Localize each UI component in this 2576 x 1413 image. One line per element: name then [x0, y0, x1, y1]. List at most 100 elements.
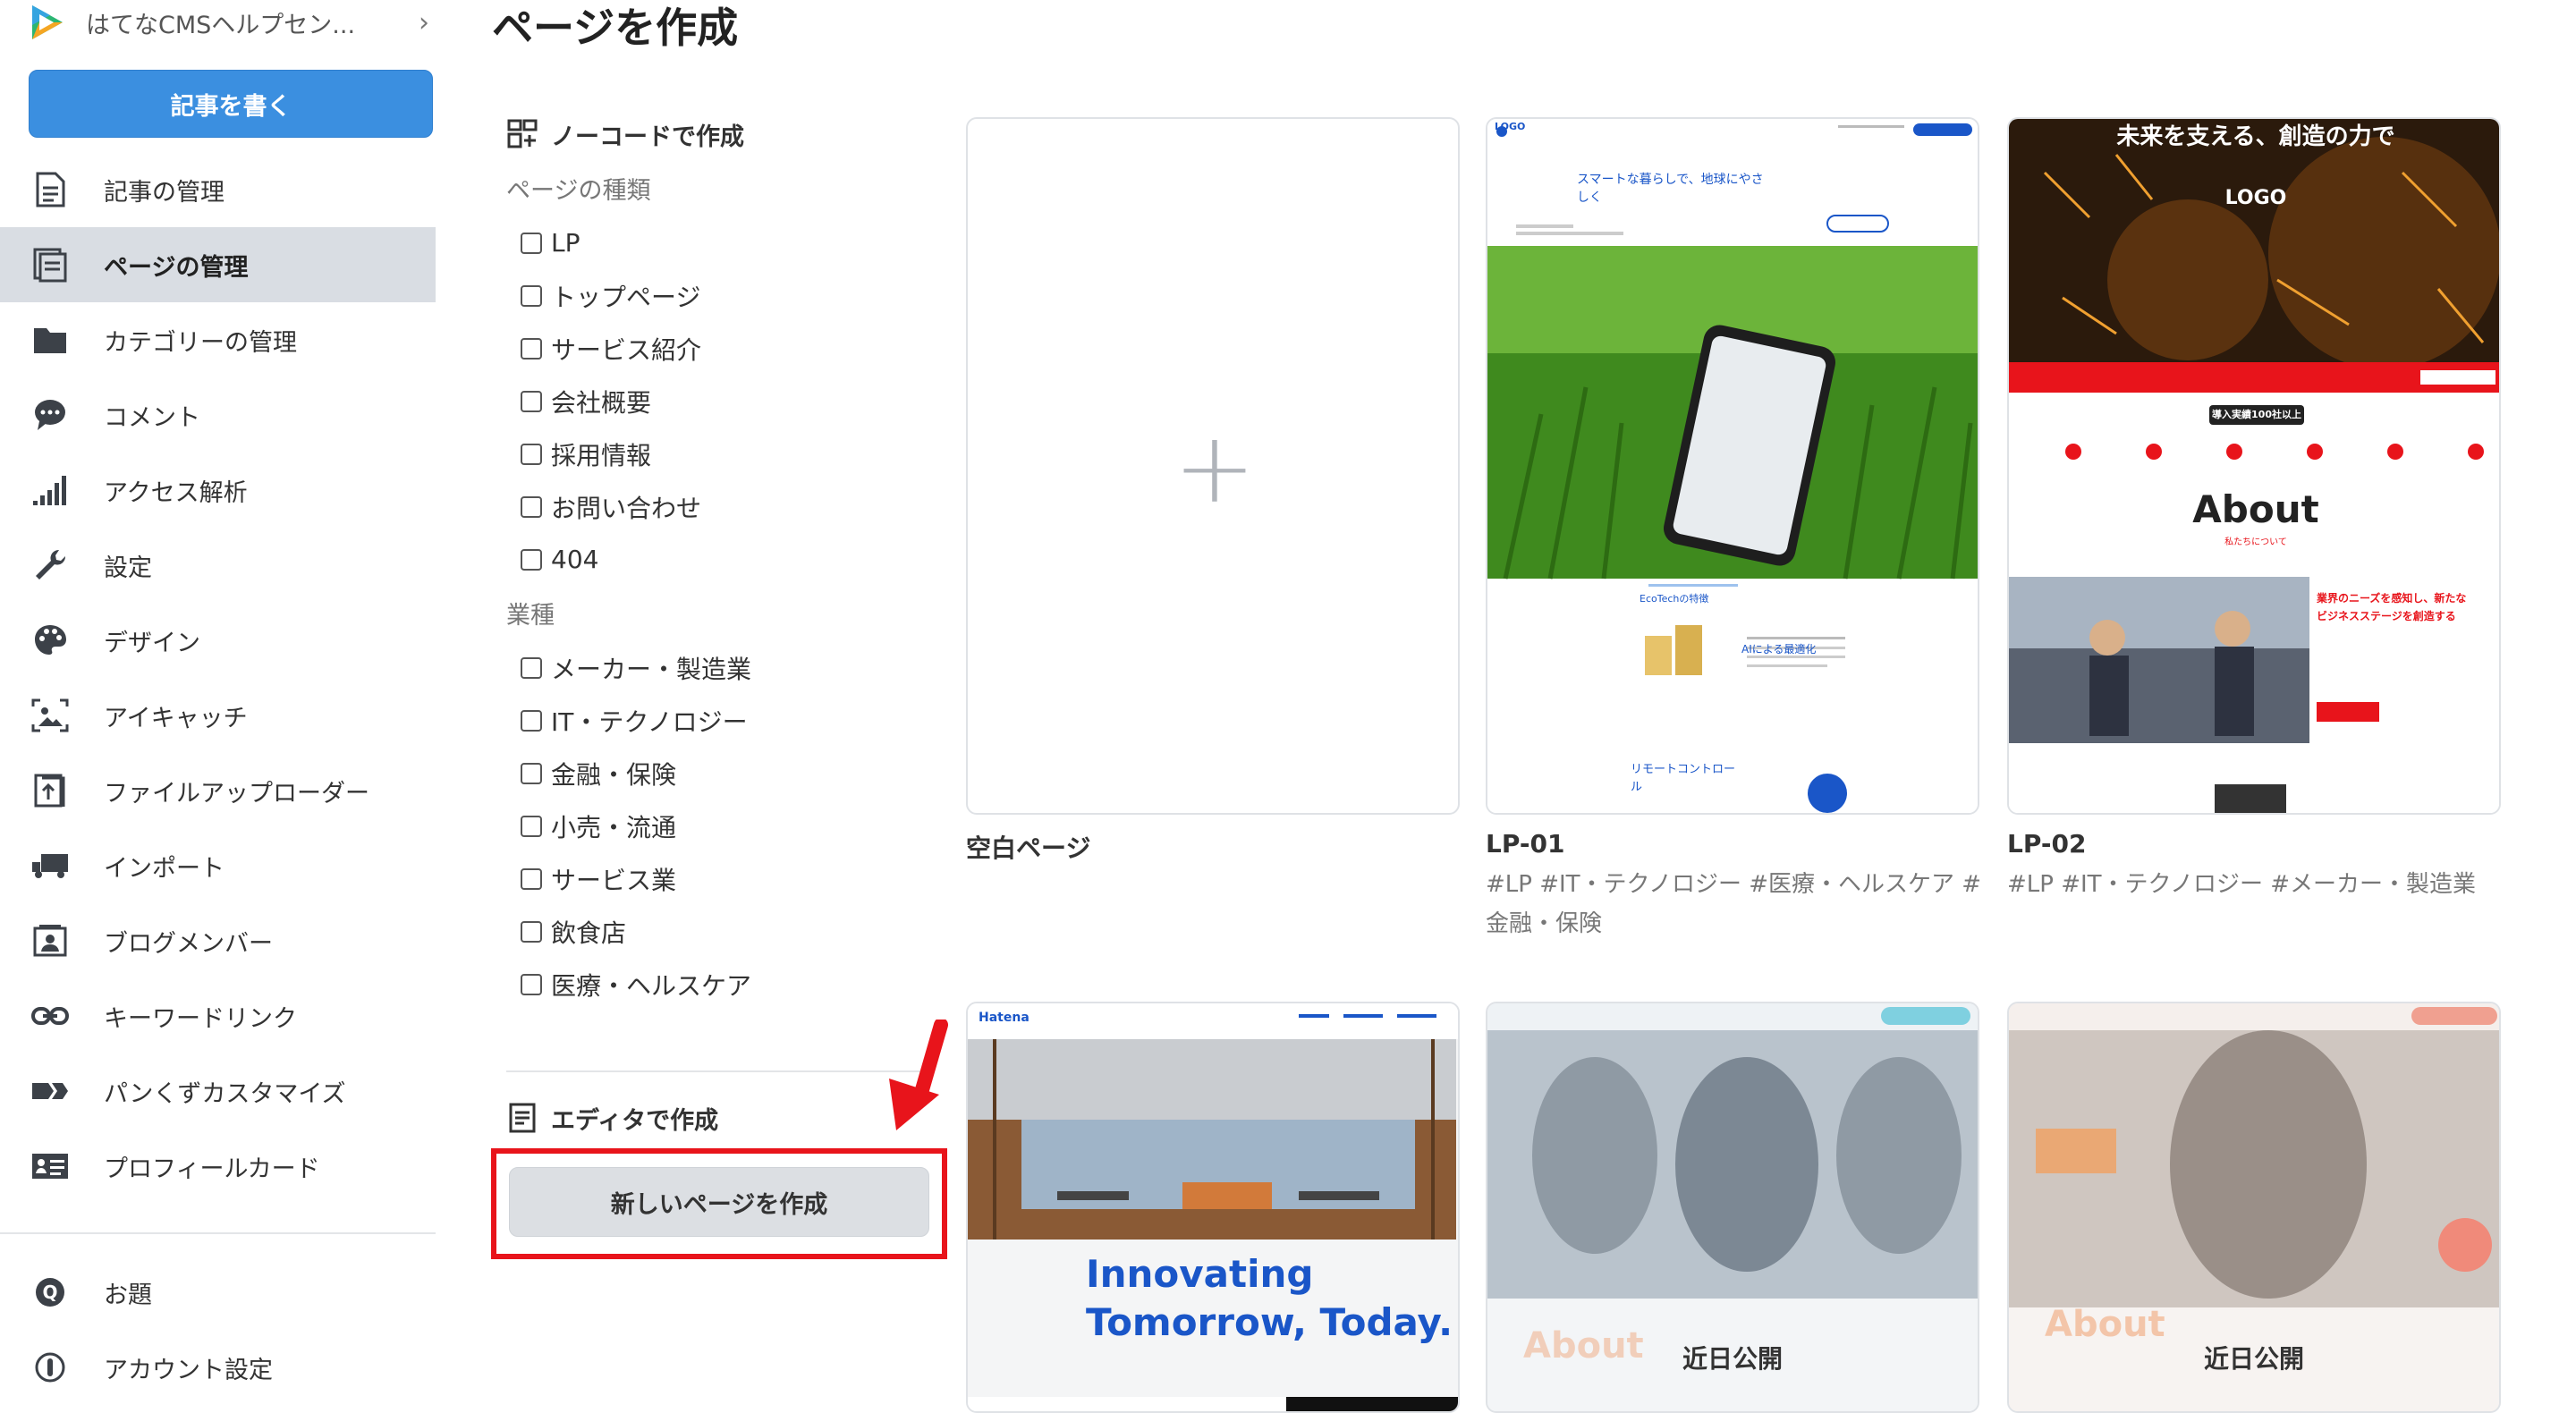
sidebar-item-label: コメント	[104, 403, 200, 432]
sidebar-item-odai[interactable]: Q お題	[0, 1255, 436, 1330]
sidebar-item-label: パンくずカスタマイズ	[104, 1079, 346, 1108]
checkbox[interactable]	[521, 284, 542, 307]
filter-page-type-service[interactable]: サービス紹介	[506, 322, 927, 375]
template-thumbnail[interactable]: Hatena Innovating Tomorrow, Today.	[966, 1002, 1460, 1413]
sidebar-item-settings[interactable]: 設定	[0, 528, 436, 603]
checkbox[interactable]	[521, 973, 542, 995]
checkbox[interactable]	[521, 390, 542, 412]
checkbox[interactable]	[521, 815, 542, 837]
lp01-preview	[1487, 119, 1978, 813]
sidebar-item-label: プロフィールカード	[104, 1155, 320, 1183]
template-card-hatena[interactable]: Hatena Innovating Tomorrow, Today.	[966, 1002, 1460, 1413]
lp01-logo: LOGO	[1495, 121, 1526, 132]
sidebar-item-keyword-link[interactable]: キーワードリンク	[0, 978, 436, 1053]
sidebar-item-profile-card[interactable]: プロフィールカード	[0, 1129, 436, 1204]
sidebar-divider	[0, 1232, 436, 1234]
template-title: LP-02	[2007, 829, 2087, 859]
eyecatch-icon	[30, 696, 70, 735]
sidebar-item-breadcrumb[interactable]: パンくずカスタマイズ	[0, 1053, 436, 1129]
pages-icon	[30, 245, 70, 284]
lp01-feature: AIによる最適化	[1741, 643, 1817, 656]
truck-icon	[30, 846, 70, 885]
filter-page-type-company[interactable]: 会社概要	[506, 375, 927, 427]
filter-page-type-top[interactable]: トップページ	[506, 269, 927, 322]
filter-industry-service[interactable]: サービス業	[506, 852, 927, 905]
sidebar-item-uploader[interactable]: ファイルアップローダー	[0, 753, 436, 828]
sidebar-item-categories[interactable]: カテゴリーの管理	[0, 302, 436, 377]
checkbox[interactable]	[521, 232, 542, 254]
template-card-blank[interactable]: + 空白ページ	[966, 117, 1460, 863]
filter-page-type-recruit[interactable]: 採用情報	[506, 427, 927, 480]
sidebar-item-articles[interactable]: 記事の管理	[0, 152, 436, 227]
checkbox[interactable]	[521, 656, 542, 679]
filter-industry-restaurant[interactable]: 飲食店	[506, 905, 927, 958]
template-card-coming-soon-2: About 近日公開	[2007, 1002, 2501, 1413]
filter-industry-medical[interactable]: 医療・ヘルスケア	[506, 958, 927, 1011]
sidebar-item-pages[interactable]: ページの管理	[0, 227, 436, 302]
account-icon	[30, 1348, 70, 1387]
checkbox-label: サービス紹介	[551, 334, 702, 365]
sidebar-item-members[interactable]: ブログメンバー	[0, 903, 436, 978]
blog-switcher[interactable]: はてなCMSヘルプセン... ›	[27, 0, 429, 45]
editor-heading: エディタで作成	[506, 1091, 718, 1145]
breadcrumb-icon	[30, 1071, 70, 1111]
sidebar-item-analytics[interactable]: アクセス解析	[0, 453, 436, 528]
filter-industry-manufacturing[interactable]: メーカー・製造業	[506, 641, 927, 694]
checkbox[interactable]	[521, 548, 542, 571]
checkbox[interactable]	[521, 709, 542, 732]
lp02-logo: LOGO	[2224, 187, 2287, 209]
plus-icon: +	[1173, 410, 1257, 525]
sidebar-item-label: インポート	[104, 854, 225, 883]
sidebar-item-account[interactable]: アカウント設定	[0, 1330, 436, 1405]
sidebar-item-comments[interactable]: コメント	[0, 377, 436, 453]
checkbox[interactable]	[521, 495, 542, 518]
sidebar-item-design[interactable]: デザイン	[0, 603, 436, 678]
checkbox[interactable]	[521, 337, 542, 360]
sidebar-item-import[interactable]: インポート	[0, 828, 436, 903]
filter-industry-retail[interactable]: 小売・流通	[506, 800, 927, 852]
filter-industry-it[interactable]: IT・テクノロジー	[506, 694, 927, 747]
sidebar-item-label: デザイン	[104, 629, 200, 657]
hatena-preview	[968, 1003, 1458, 1411]
template-card-lp02[interactable]: 未来を支える、創造の力で LOGO 導入実績100社以上 About 私たちにつ…	[2007, 117, 2501, 898]
page-type-label: ページの種類	[506, 177, 651, 205]
checkbox-label: 小売・流通	[551, 812, 677, 842]
write-article-button[interactable]: 記事を書く	[29, 70, 433, 138]
checkbox[interactable]	[521, 443, 542, 465]
template-card-coming-soon-1: About 近日公開	[1486, 1002, 1979, 1413]
question-icon: Q	[30, 1273, 70, 1312]
lp02-hero: 未来を支える、創造の力で	[2116, 123, 2395, 150]
checkbox-label: サービス業	[551, 865, 677, 895]
new-page-button[interactable]: 新しいページを作成	[509, 1167, 929, 1237]
filter-industry-finance[interactable]: 金融・保険	[506, 747, 927, 800]
hatena-headline-1: Innovating	[1086, 1252, 1314, 1296]
checkbox[interactable]	[521, 867, 542, 890]
template-thumbnail[interactable]: +	[966, 117, 1460, 815]
checkbox[interactable]	[521, 762, 542, 784]
template-card-lp01[interactable]: LOGO スマートな暮らしで、地球にやさしく EcoTechの特徴 AIによる最…	[1486, 117, 1981, 937]
filter-page-type-lp[interactable]: LP	[506, 216, 927, 269]
editor-doc-icon	[509, 1103, 536, 1133]
filter-page-type-contact[interactable]: お問い合わせ	[506, 480, 927, 533]
filter-page-type-404[interactable]: 404	[506, 533, 927, 586]
template-tags: #LP #IT・テクノロジー #メーカー・製造業	[2007, 871, 2477, 898]
template-title: LP-01	[1486, 829, 1565, 859]
member-icon	[30, 921, 70, 960]
industry-label: 業種	[506, 602, 555, 630]
lp02-about: About	[2192, 487, 2319, 531]
coming-soon-label: 近日公開	[1682, 1344, 1783, 1374]
checkbox-label: 医療・ヘルスケア	[551, 970, 752, 1001]
template-thumbnail[interactable]: 未来を支える、創造の力で LOGO 導入実績100社以上 About 私たちにつ…	[2007, 117, 2501, 815]
hatena-cms-logo	[32, 5, 63, 39]
template-thumbnail: About 近日公開	[2007, 1002, 2501, 1413]
sidebar-item-label: ブログメンバー	[104, 929, 273, 958]
sidebar-item-label: アカウント設定	[104, 1356, 273, 1384]
template-thumbnail[interactable]: LOGO スマートな暮らしで、地球にやさしく EcoTechの特徴 AIによる最…	[1486, 117, 1979, 815]
checkbox-label: 金融・保険	[551, 759, 677, 790]
sidebar-nav-secondary: Q お題 アカウント設定	[0, 1255, 436, 1405]
checkbox[interactable]	[521, 920, 542, 943]
page-title: ページを作成	[492, 4, 739, 52]
sidebar-item-eyecatch[interactable]: アイキャッチ	[0, 678, 436, 753]
annotation-arrow-icon	[889, 1020, 948, 1130]
comment-icon	[30, 395, 70, 435]
